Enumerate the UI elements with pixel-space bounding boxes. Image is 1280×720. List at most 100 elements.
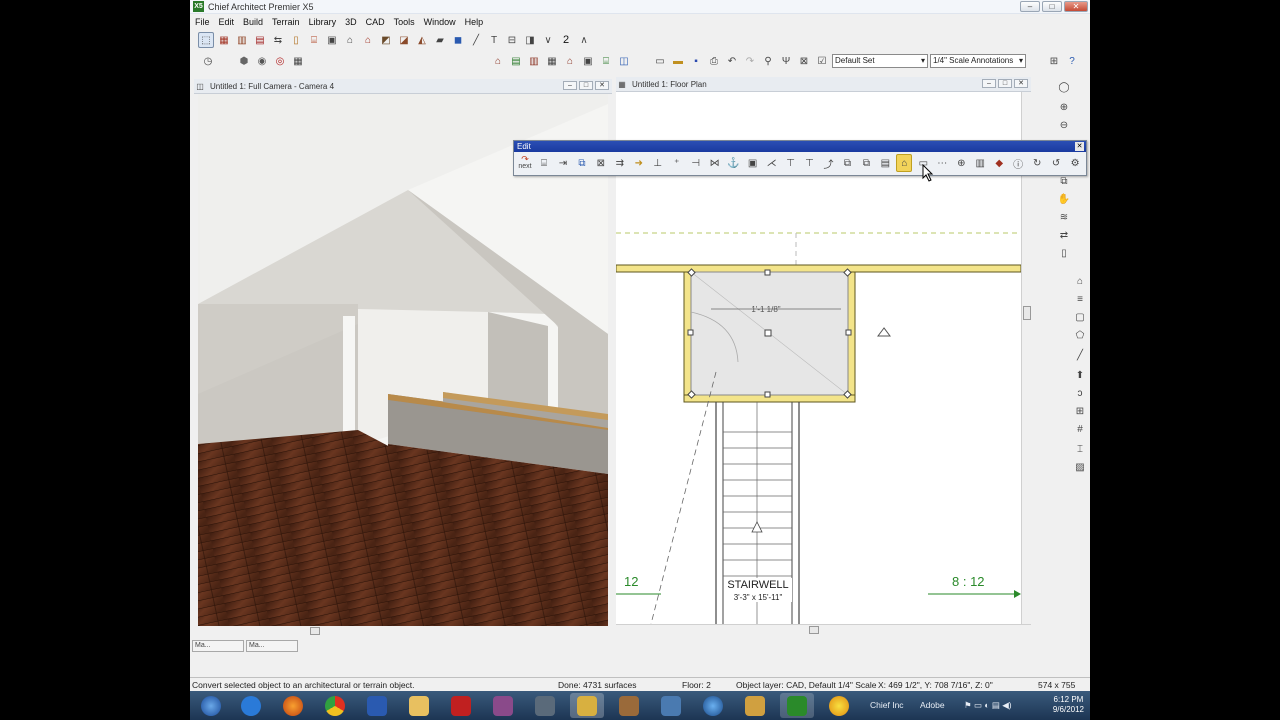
material-paint-icon[interactable]: ◆ xyxy=(991,154,1007,172)
plan-maximize-button[interactable]: □ xyxy=(998,79,1012,88)
layer-view-icon[interactable]: ▤ xyxy=(508,53,524,69)
undo-icon[interactable]: ↶ xyxy=(724,53,740,69)
stairs-icon[interactable]: ≡ xyxy=(1072,291,1088,307)
duplicate-icon[interactable]: ⧉ xyxy=(858,154,874,172)
page-number[interactable]: 2 xyxy=(558,32,574,48)
menu-window[interactable]: Window xyxy=(424,17,456,27)
zoom-in-icon[interactable]: ⊕ xyxy=(1056,99,1072,115)
chevron-up-icon[interactable]: ∧ xyxy=(576,32,592,48)
railing-tool-icon[interactable]: ▥ xyxy=(234,32,250,48)
taskbar-ie-icon[interactable] xyxy=(234,693,268,718)
plan-view-icon[interactable]: ⌂ xyxy=(490,53,506,69)
maximize-button[interactable]: □ xyxy=(1042,1,1062,12)
move-icon[interactable]: ⇉ xyxy=(612,154,628,172)
cabinet-tool-icon[interactable]: ▤ xyxy=(252,32,268,48)
open-object-icon[interactable]: ⌸ xyxy=(536,154,552,172)
fill-window-icon[interactable]: ⧉ xyxy=(1056,173,1072,189)
taskbar-toolbar-chief[interactable]: Chief Inc xyxy=(870,700,904,710)
info-icon[interactable]: ⓘ xyxy=(1010,154,1026,172)
delete-icon[interactable]: ⊠ xyxy=(796,53,812,69)
layer-icon[interactable]: ▤ xyxy=(877,154,893,172)
clock-icon[interactable]: ◷ xyxy=(200,53,216,69)
pan-icon[interactable]: ✋ xyxy=(1056,191,1072,207)
layers-icon[interactable]: ≋ xyxy=(1056,209,1072,225)
plan-close-button[interactable]: ✕ xyxy=(1014,79,1028,88)
save-icon[interactable]: ▪ xyxy=(688,53,704,69)
system-clock[interactable]: 6:12 PM 9/6/2012 xyxy=(1053,695,1084,715)
extend-icon[interactable]: ⊤ xyxy=(802,154,818,172)
window-tool-icon[interactable]: ▯ xyxy=(288,32,304,48)
dimension-tool-icon[interactable]: ⊟ xyxy=(504,32,520,48)
menu-edit[interactable]: Edit xyxy=(219,17,235,27)
render-icon[interactable]: ⬢ xyxy=(236,53,252,69)
material-icon[interactable]: ▦ xyxy=(290,53,306,69)
roof-plane-icon[interactable]: ◭ xyxy=(414,32,430,48)
selection-handle[interactable] xyxy=(687,329,694,336)
framing-tool-icon[interactable]: ◪ xyxy=(396,32,412,48)
edit-options-icon[interactable]: ⊞ xyxy=(1046,53,1062,69)
close-button[interactable]: ✕ xyxy=(1064,1,1088,12)
plan-minimize-button[interactable]: – xyxy=(982,79,996,88)
taskbar-chrome-icon[interactable] xyxy=(318,693,352,718)
reflect-icon[interactable]: ⧉ xyxy=(839,154,855,172)
checkbox-icon[interactable]: ☑ xyxy=(814,53,830,69)
doll-house-icon[interactable]: ⌸ xyxy=(598,53,614,69)
minimize-button[interactable]: – xyxy=(1020,1,1040,12)
menu-terrain[interactable]: Terrain xyxy=(272,17,300,27)
camera-maximize-button[interactable]: □ xyxy=(579,81,593,90)
camera-tool-icon[interactable]: ◨ xyxy=(522,32,538,48)
taskbar-acrobat-icon[interactable] xyxy=(444,693,478,718)
tool-icon[interactable]: ⚲ xyxy=(760,53,776,69)
menu-library[interactable]: Library xyxy=(309,17,337,27)
taskbar-mail-icon[interactable] xyxy=(570,693,604,718)
hatch-icon[interactable]: ⋯ xyxy=(934,154,950,172)
taskbar-paint-icon[interactable] xyxy=(738,693,772,718)
taskbar-monitor-icon[interactable] xyxy=(654,693,688,718)
cross-section-icon[interactable]: ▦ xyxy=(544,53,560,69)
layer-set-select[interactable]: Default Set xyxy=(832,54,928,68)
point-icon[interactable]: ⁺ xyxy=(669,154,685,172)
grid-icon[interactable]: ⊞ xyxy=(1072,403,1088,419)
convert-object-icon[interactable]: ⌂ xyxy=(896,154,913,172)
selection-handle[interactable] xyxy=(764,391,771,398)
taskbar-toolbar-adobe[interactable]: Adobe xyxy=(920,700,945,710)
terrain-tool-icon[interactable]: ◩ xyxy=(378,32,394,48)
room-tool-icon[interactable]: ▣ xyxy=(324,32,340,48)
anchor-icon[interactable]: ⚓ xyxy=(726,154,742,172)
house-icon[interactable]: ⌂ xyxy=(1072,273,1088,289)
page-icon[interactable]: ▯ xyxy=(1056,245,1072,261)
selection-handle[interactable] xyxy=(845,329,852,336)
target-icon[interactable]: ◎ xyxy=(272,53,288,69)
spiral-icon[interactable]: ↄ xyxy=(1072,385,1088,401)
menu-3d[interactable]: 3D xyxy=(345,17,357,27)
print-icon[interactable]: ⎙ xyxy=(706,53,722,69)
elevation-icon[interactable]: ▥ xyxy=(526,53,542,69)
trim-icon[interactable]: ⊤ xyxy=(783,154,799,172)
glass-house-icon[interactable]: ◫ xyxy=(616,53,632,69)
line-icon[interactable]: ╱ xyxy=(1072,347,1088,363)
curve-icon[interactable]: ⤴ xyxy=(821,154,837,172)
menu-tools[interactable]: Tools xyxy=(394,17,415,27)
fixture-tool-icon[interactable]: ⌂ xyxy=(360,32,376,48)
tab-minimized-2[interactable]: Ma... xyxy=(246,640,298,652)
camera-close-button[interactable]: ✕ xyxy=(595,81,609,90)
rotate-icon[interactable]: ↻ xyxy=(1029,154,1045,172)
door-tool-icon[interactable]: ⇆ xyxy=(270,32,286,48)
plan-horizontal-scrollbar[interactable] xyxy=(616,624,1031,634)
slab-tool-icon[interactable]: ▰ xyxy=(432,32,448,48)
camera-minimize-button[interactable]: – xyxy=(563,81,577,90)
menu-build[interactable]: Build xyxy=(243,17,263,27)
text-tool-icon[interactable]: T xyxy=(486,32,502,48)
wall-hatch-icon[interactable]: ▥ xyxy=(972,154,988,172)
bracket-icon[interactable]: ⌶ xyxy=(1072,441,1088,457)
tab-minimized-1[interactable]: Ma... xyxy=(192,640,244,652)
transform-icon[interactable]: ⇥ xyxy=(555,154,571,172)
start-button[interactable] xyxy=(194,693,228,718)
taskbar-word-icon[interactable] xyxy=(360,693,394,718)
selection-handle[interactable] xyxy=(764,269,771,276)
elevation-icon[interactable]: ⊕ xyxy=(953,154,969,172)
join-icon[interactable]: ⋈ xyxy=(707,154,723,172)
up-arrow-icon[interactable]: ⬆ xyxy=(1072,367,1088,383)
fork-icon[interactable]: Ψ xyxy=(778,53,794,69)
overview-icon[interactable]: ⌂ xyxy=(562,53,578,69)
